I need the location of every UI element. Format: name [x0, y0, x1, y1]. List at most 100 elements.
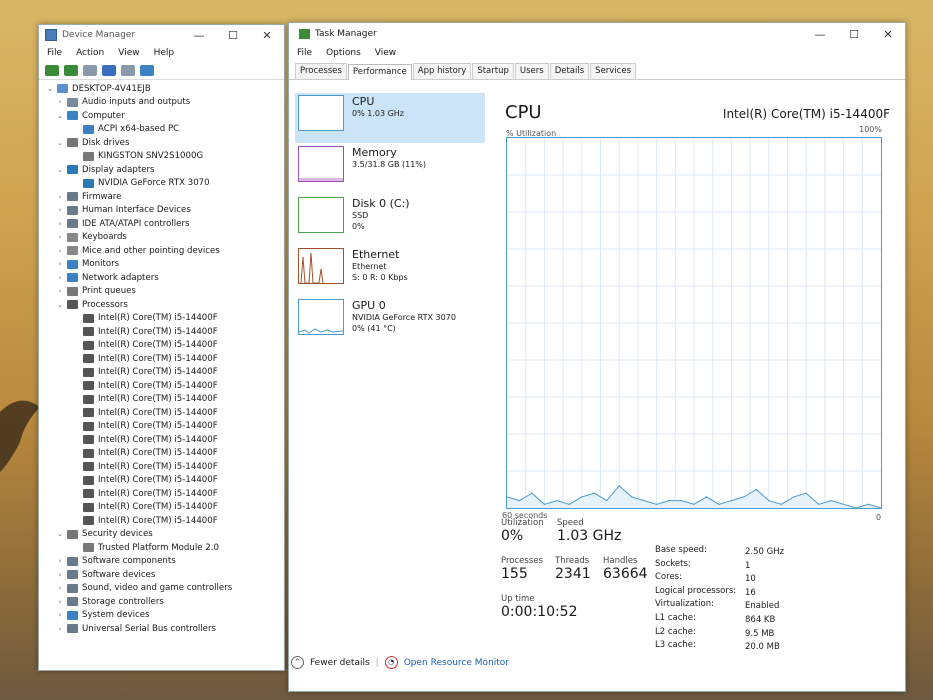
help-icon[interactable]	[102, 64, 116, 76]
tree-node[interactable]: Intel(R) Core(TM) i5-14400F	[45, 352, 284, 366]
tree-node[interactable]: ⌄ DESKTOP-4V41EJB	[45, 82, 284, 96]
chevron-right-icon[interactable]: ›	[55, 233, 65, 241]
tree-node[interactable]: Intel(R) Core(TM) i5-14400F	[45, 406, 284, 420]
stat-speed: Speed 1.03 GHz	[557, 518, 627, 544]
minimize-button[interactable]: —	[803, 28, 837, 41]
tree-node[interactable]: ACPI x64-based PC	[45, 123, 284, 137]
minimize-button[interactable]: —	[182, 29, 216, 42]
tree-node[interactable]: › IDE ATA/ATAPI controllers	[45, 217, 284, 231]
tree-node[interactable]: › Universal Serial Bus controllers	[45, 622, 284, 636]
sidebar-item-ethernet[interactable]: Ethernet Ethernet S: 0 R: 0 Kbps	[295, 246, 485, 296]
chevron-down-icon[interactable]: ⌄	[55, 530, 65, 538]
tree-node[interactable]: Intel(R) Core(TM) i5-14400F	[45, 514, 284, 528]
chevron-right-icon[interactable]: ›	[55, 584, 65, 592]
tree-node[interactable]: Intel(R) Core(TM) i5-14400F	[45, 501, 284, 515]
tree-node[interactable]: ⌄ Processors	[45, 298, 284, 312]
tab-app-history[interactable]: App history	[412, 63, 472, 79]
tree-node[interactable]: Intel(R) Core(TM) i5-14400F	[45, 325, 284, 339]
processor-icon	[83, 435, 94, 445]
menu-options[interactable]: Options	[326, 48, 361, 58]
tree-node[interactable]: Intel(R) Core(TM) i5-14400F	[45, 487, 284, 501]
chevron-right-icon[interactable]: ›	[55, 625, 65, 633]
tree-node[interactable]: NVIDIA GeForce RTX 3070	[45, 177, 284, 191]
tree-node[interactable]: Intel(R) Core(TM) i5-14400F	[45, 393, 284, 407]
chevron-down-icon[interactable]: ⌄	[45, 85, 55, 93]
tree-node[interactable]: Intel(R) Core(TM) i5-14400F	[45, 312, 284, 326]
open-resource-monitor-link[interactable]: Open Resource Monitor	[404, 658, 509, 668]
tab-details[interactable]: Details	[549, 63, 590, 79]
chevron-right-icon[interactable]: ›	[55, 611, 65, 619]
tree-node[interactable]: › Mice and other pointing devices	[45, 244, 284, 258]
tree-node[interactable]: › Firmware	[45, 190, 284, 204]
tree-node[interactable]: Intel(R) Core(TM) i5-14400F	[45, 447, 284, 461]
close-button[interactable]: ✕	[250, 29, 284, 42]
tab-users[interactable]: Users	[514, 63, 549, 79]
tree-node[interactable]: › System devices	[45, 609, 284, 623]
tree-node[interactable]: › Audio inputs and outputs	[45, 96, 284, 110]
menu-view[interactable]: View	[375, 48, 396, 58]
tree-node[interactable]: ⌄ Disk drives	[45, 136, 284, 150]
chevron-down-icon[interactable]: ⌄	[55, 112, 65, 120]
fewer-details-link[interactable]: Fewer details	[310, 658, 370, 668]
tree-node[interactable]: › Software devices	[45, 568, 284, 582]
menu-view[interactable]: View	[118, 48, 139, 58]
tab-services[interactable]: Services	[590, 63, 637, 79]
tree-node[interactable]: › Storage controllers	[45, 595, 284, 609]
tree-node[interactable]: Intel(R) Core(TM) i5-14400F	[45, 433, 284, 447]
chevron-right-icon[interactable]: ›	[55, 598, 65, 606]
tree-node[interactable]: › Human Interface Devices	[45, 204, 284, 218]
chevron-right-icon[interactable]: ›	[55, 571, 65, 579]
chevron-up-icon[interactable]: ^	[291, 656, 304, 669]
chevron-right-icon[interactable]: ›	[55, 287, 65, 295]
tab-startup[interactable]: Startup	[472, 63, 514, 79]
chevron-right-icon[interactable]: ›	[55, 220, 65, 228]
tree-node[interactable]: Intel(R) Core(TM) i5-14400F	[45, 420, 284, 434]
tree-node[interactable]: Trusted Platform Module 2.0	[45, 541, 284, 555]
tree-node[interactable]: › Monitors	[45, 258, 284, 272]
tree-node[interactable]: Intel(R) Core(TM) i5-14400F	[45, 339, 284, 353]
show-hidden-icon[interactable]	[121, 64, 135, 76]
chevron-right-icon[interactable]: ›	[55, 557, 65, 565]
tree-node[interactable]: Intel(R) Core(TM) i5-14400F	[45, 366, 284, 380]
chevron-down-icon[interactable]: ⌄	[55, 166, 65, 174]
back-arrow-icon[interactable]	[45, 64, 59, 76]
tab-processes[interactable]: Processes	[295, 63, 347, 79]
menu-file[interactable]: File	[297, 48, 312, 58]
chevron-right-icon[interactable]: ›	[55, 98, 65, 106]
cpu-data-point	[668, 500, 670, 502]
maximize-button[interactable]: ☐	[216, 29, 250, 42]
maximize-button[interactable]: ☐	[837, 28, 871, 41]
tree-node[interactable]: ⌄ Computer	[45, 109, 284, 123]
chevron-right-icon[interactable]: ›	[55, 260, 65, 268]
tree-node[interactable]: ⌄ Display adapters	[45, 163, 284, 177]
tree-node[interactable]: Intel(R) Core(TM) i5-14400F	[45, 460, 284, 474]
scan-hardware-icon[interactable]	[140, 64, 154, 76]
tab-performance[interactable]: Performance	[347, 64, 412, 80]
tree-node[interactable]: Intel(R) Core(TM) i5-14400F	[45, 379, 284, 393]
chevron-down-icon[interactable]: ⌄	[55, 301, 65, 309]
sidebar-item-gpu[interactable]: GPU 0 NVIDIA GeForce RTX 3070 0% (41 °C)	[295, 297, 485, 347]
tree-node[interactable]: › Network adapters	[45, 271, 284, 285]
tree-node-label: Processors	[82, 299, 128, 310]
chevron-right-icon[interactable]: ›	[55, 206, 65, 214]
sidebar-item-disk[interactable]: Disk 0 (C:) SSD 0%	[295, 195, 485, 245]
menu-help[interactable]: Help	[154, 48, 175, 58]
tree-node[interactable]: › Software components	[45, 555, 284, 569]
menu-file[interactable]: File	[47, 48, 62, 58]
chevron-down-icon[interactable]: ⌄	[55, 139, 65, 147]
chevron-right-icon[interactable]: ›	[55, 274, 65, 282]
menu-action[interactable]: Action	[76, 48, 104, 58]
tree-node[interactable]: › Keyboards	[45, 231, 284, 245]
chevron-right-icon[interactable]: ›	[55, 193, 65, 201]
tree-node[interactable]: Intel(R) Core(TM) i5-14400F	[45, 474, 284, 488]
tree-node[interactable]: › Print queues	[45, 285, 284, 299]
properties-icon[interactable]	[83, 64, 97, 76]
tree-node[interactable]: › Sound, video and game controllers	[45, 582, 284, 596]
chevron-right-icon[interactable]: ›	[55, 247, 65, 255]
tree-node[interactable]: KINGSTON SNV2S1000G	[45, 150, 284, 164]
forward-arrow-icon[interactable]	[64, 64, 78, 76]
sidebar-item-cpu[interactable]: CPU 0% 1.03 GHz	[295, 93, 485, 143]
close-button[interactable]: ✕	[871, 28, 905, 41]
tree-node[interactable]: ⌄ Security devices	[45, 528, 284, 542]
sidebar-item-memory[interactable]: Memory 3.5/31.8 GB (11%)	[295, 144, 485, 194]
